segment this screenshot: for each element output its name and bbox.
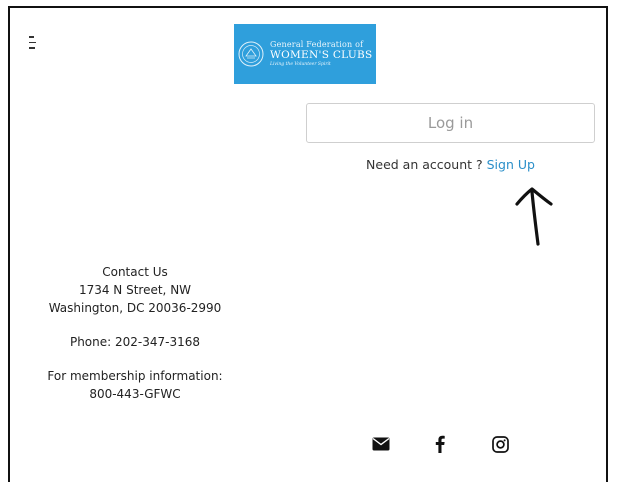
seal-icon xyxy=(238,41,264,67)
menu-icon[interactable] xyxy=(29,36,37,52)
logo-line-2: WOMEN'S CLUBS xyxy=(270,49,373,61)
contact-heading: Contact Us xyxy=(102,265,168,279)
logo-line-1: General Federation of xyxy=(270,40,364,49)
login-button[interactable]: Log in xyxy=(306,103,595,143)
contact-street: 1734 N Street, NW xyxy=(78,283,192,297)
contact-info: Contact Us 1734 N Street, NW Washington,… xyxy=(36,263,234,403)
signup-link[interactable]: Sign Up xyxy=(487,157,535,172)
envelope-icon[interactable] xyxy=(370,433,392,455)
membership-label: For membership information: xyxy=(47,369,223,383)
logo-line-3: Living the Volunteer Spirit xyxy=(270,61,331,67)
signup-prompt: Need an account ? Sign Up xyxy=(306,157,595,172)
site-logo[interactable]: General Federation of WOMEN'S CLUBS Livi… xyxy=(234,24,376,84)
facebook-icon[interactable] xyxy=(429,433,451,455)
contact-city: Washington, DC 20036-2990 xyxy=(48,301,222,315)
need-account-text: Need an account ? xyxy=(366,157,487,172)
contact-phone: Phone: 202-347-3168 xyxy=(69,335,201,349)
membership-phone: 800-443-GFWC xyxy=(89,387,181,401)
social-links xyxy=(370,432,511,456)
arrow-annotation xyxy=(515,187,553,246)
logo-wordmark: General Federation of WOMEN'S CLUBS Livi… xyxy=(270,41,373,67)
instagram-icon[interactable] xyxy=(489,433,511,455)
